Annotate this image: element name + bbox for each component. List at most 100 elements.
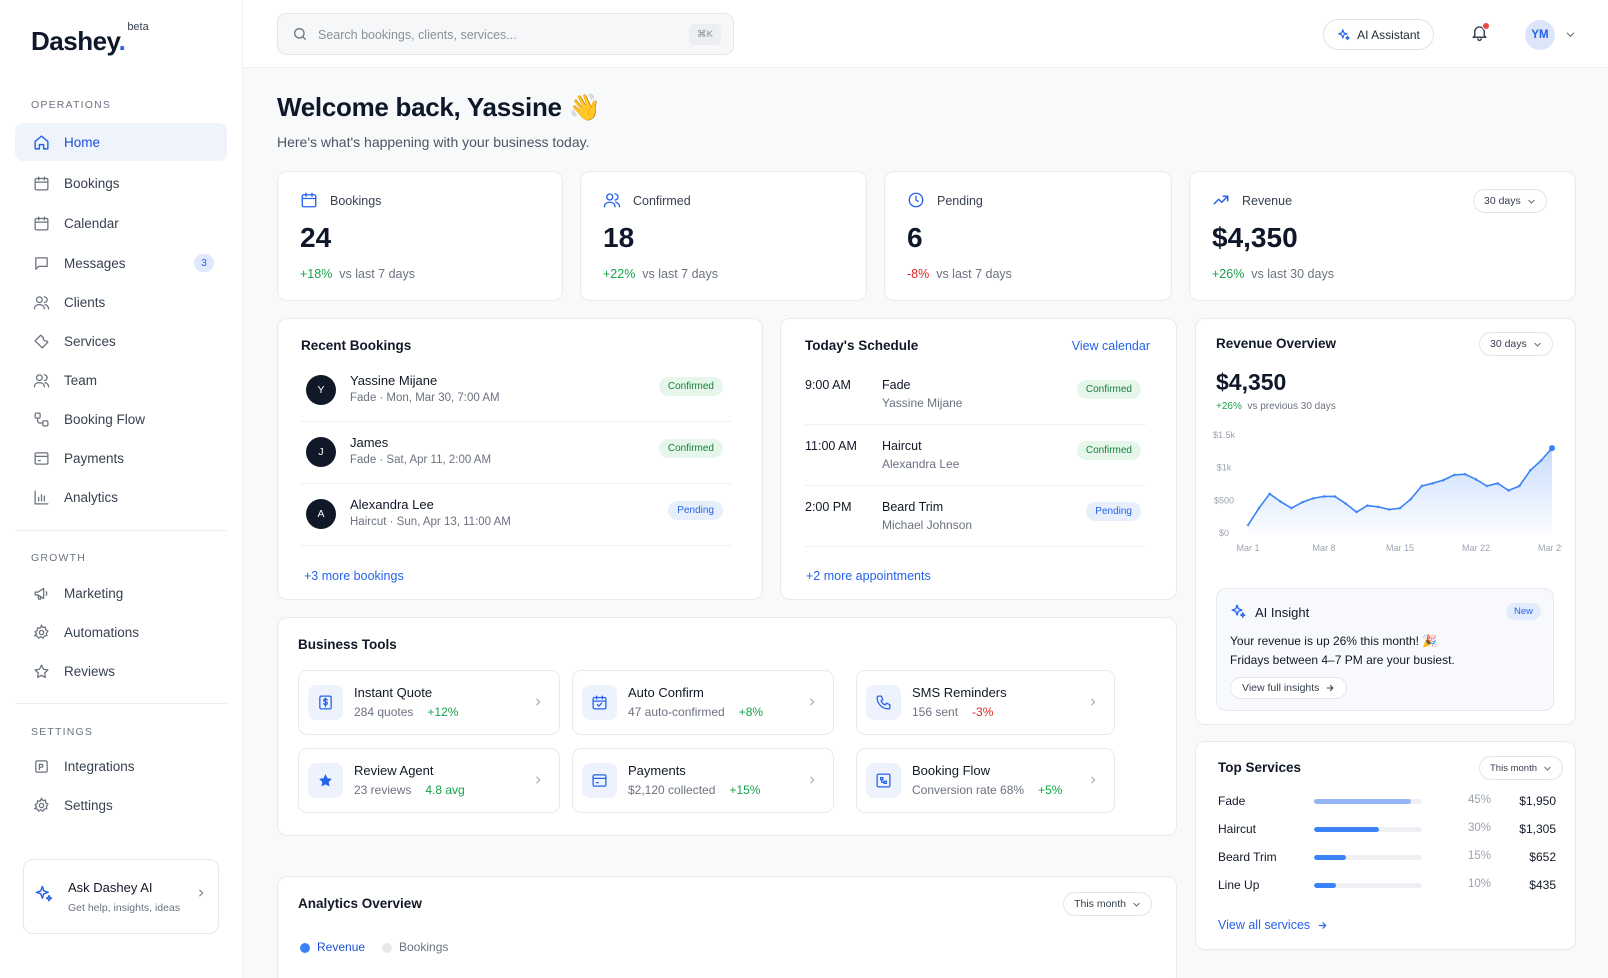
top-services-range-select[interactable]: This month: [1479, 756, 1563, 780]
booking-row[interactable]: A Alexandra Lee Haircut · Sun, Apr 13, 1…: [300, 485, 732, 546]
sidebar-item-team[interactable]: Team: [15, 361, 227, 399]
sidebar-item-payments[interactable]: Payments: [15, 439, 227, 477]
schedule-row[interactable]: 11:00 AM Haircut Alexandra Lee Confirmed: [805, 425, 1146, 486]
booking-client: Yassine Mijane: [350, 373, 438, 388]
brand-name: Dashey: [31, 26, 119, 56]
view-all-services-link[interactable]: View all services: [1218, 918, 1328, 932]
view-full-insights-button[interactable]: View full insights: [1230, 677, 1348, 699]
calendar-icon: [32, 214, 50, 232]
x-tick-label: Mar 29: [1538, 543, 1562, 553]
sidebar-item-settings[interactable]: Settings: [15, 786, 227, 824]
stat-delta: +22%: [603, 267, 636, 281]
phone-icon: [866, 685, 901, 720]
range-label: This month: [1074, 898, 1126, 910]
tool-sms-reminders[interactable]: SMS Reminders 156 sent -3%: [856, 670, 1115, 735]
revenue-area-fill: [1248, 448, 1552, 533]
tool-auto-confirm[interactable]: Auto Confirm 47 auto-confirmed +8%: [572, 670, 834, 735]
ask-dashey-ai-card[interactable]: Ask Dashey AI Get help, insights, ideas: [23, 859, 219, 934]
revenue-point: [1376, 505, 1380, 509]
booking-row[interactable]: Y Yassine Mijane Fade · Mon, Mar 30, 7:0…: [300, 361, 732, 422]
sidebar-item-home[interactable]: Home: [15, 123, 227, 161]
ai-insight-card: AI Insight New Your revenue is up 26% th…: [1216, 588, 1554, 711]
status-badge: Confirmed: [1076, 380, 1141, 399]
sidebar-item-automations[interactable]: Automations: [15, 613, 227, 651]
section-label-settings: SETTINGS: [31, 726, 94, 738]
tool-stats: Conversion rate 68% +5%: [912, 783, 1062, 797]
home-icon: [32, 133, 50, 151]
schedule-client: Yassine Mijane: [882, 396, 963, 410]
sidebar-item-marketing[interactable]: Marketing: [15, 574, 227, 612]
booking-row[interactable]: J James Fade · Sat, Apr 11, 2:00 AM Conf…: [300, 423, 732, 484]
search-box[interactable]: ⌘K: [277, 13, 734, 55]
analytics-range-select[interactable]: This month: [1063, 892, 1152, 916]
service-name: Line Up: [1218, 878, 1260, 892]
revenue-area-chart[interactable]: $0 $500 $1k $1.5k Mar 1 Mar 8 Mar 15 Mar 22 Mar …: [1206, 423, 1562, 563]
status-badge: Confirmed: [658, 439, 723, 458]
schedule-time: 2:00 PM: [805, 500, 852, 514]
more-bookings-link[interactable]: +3 more bookings: [304, 569, 404, 583]
sidebar-item-integrations[interactable]: Integrations: [15, 747, 227, 785]
schedule-row[interactable]: 2:00 PM Beard Trim Michael Johnson Pendi…: [805, 486, 1146, 547]
sidebar-item-booking-flow[interactable]: Booking Flow: [15, 400, 227, 438]
chevron-down-icon: [1543, 764, 1552, 773]
view-calendar-link[interactable]: View calendar: [1072, 339, 1150, 353]
x-tick-label: Mar 15: [1386, 543, 1414, 553]
revenue-point: [1528, 468, 1532, 472]
star-icon: [308, 763, 343, 798]
sidebar-item-reviews[interactable]: Reviews: [15, 652, 227, 690]
range-label: 30 days: [1484, 195, 1521, 207]
sidebar-item-analytics[interactable]: Analytics: [15, 478, 227, 516]
sidebar-item-calendar[interactable]: Calendar: [15, 204, 227, 242]
x-tick-label: Mar 8: [1312, 543, 1335, 553]
revenue-point: [1549, 445, 1555, 452]
revenue-range-select[interactable]: 30 days: [1473, 189, 1547, 213]
schedule-client: Michael Johnson: [882, 518, 973, 532]
service-row[interactable]: Fade 45% $1,950: [1218, 792, 1556, 812]
service-row[interactable]: Haircut 30% $1,305: [1218, 820, 1556, 840]
stat-trend: +18% vs last 7 days: [300, 267, 415, 281]
revenue-point: [1409, 497, 1413, 501]
business-tools-card: Business Tools Instant Quote 284 quotes +…: [277, 617, 1177, 836]
stat-trend: +22% vs last 7 days: [603, 267, 718, 281]
chevron-right-icon: [533, 697, 543, 707]
tool-booking-flow[interactable]: Booking Flow Conversion rate 68% +5%: [856, 748, 1115, 813]
revenue-point: [1442, 478, 1445, 482]
user-avatar[interactable]: YM: [1525, 20, 1555, 50]
tool-review-agent[interactable]: Review Agent 23 reviews 4.8 avg: [298, 748, 560, 813]
brand-logo[interactable]: Dashey. beta: [31, 21, 149, 57]
chevron-right-icon: [196, 888, 206, 898]
analytics-overview-card: Analytics Overview This month Revenue Bo…: [277, 876, 1177, 978]
legend-revenue[interactable]: Revenue: [317, 940, 365, 954]
tool-instant-quote[interactable]: Instant Quote 284 quotes +12%: [298, 670, 560, 735]
service-row[interactable]: Line Up 10% $435: [1218, 876, 1556, 896]
service-share-fill: [1314, 855, 1347, 860]
tool-stats: 156 sent -3%: [912, 705, 993, 719]
sidebar-item-label: Home: [64, 134, 101, 150]
service-row[interactable]: Beard Trim 15% $652: [1218, 848, 1556, 868]
revenue-overview-range-select[interactable]: 30 days: [1479, 332, 1553, 356]
revenue-point: [1518, 484, 1521, 488]
schedule-row[interactable]: 9:00 AM Fade Yassine Mijane Confirmed: [805, 364, 1146, 425]
avatar: Y: [306, 375, 336, 405]
tool-payments[interactable]: Payments $2,120 collected +15%: [572, 748, 834, 813]
service-share-fill: [1314, 883, 1336, 888]
service-amount: $652: [1529, 850, 1556, 864]
legend-bookings[interactable]: Bookings: [399, 940, 448, 954]
sidebar-divider: [15, 530, 227, 531]
more-appointments-link[interactable]: +2 more appointments: [806, 569, 931, 583]
chevron-down-icon[interactable]: [1565, 29, 1576, 40]
sidebar-item-clients[interactable]: Clients: [15, 283, 227, 321]
revenue-point: [1485, 484, 1489, 488]
trending-up-icon: [1212, 191, 1230, 209]
service-name: Haircut: [1218, 822, 1257, 836]
sidebar-item-messages[interactable]: Messages 3: [15, 244, 227, 282]
section-label-growth: GROWTH: [31, 552, 87, 564]
ai-assistant-button[interactable]: AI Assistant: [1323, 19, 1434, 50]
sidebar-item-bookings[interactable]: Bookings: [15, 164, 227, 202]
tool-name: Auto Confirm: [628, 685, 704, 700]
y-tick-label: $500: [1214, 495, 1234, 505]
search-input[interactable]: [318, 24, 678, 46]
stat-value: $4,350: [1212, 222, 1298, 253]
tool-stats: 47 auto-confirmed +8%: [628, 705, 763, 719]
sidebar-item-services[interactable]: Services: [15, 322, 227, 360]
